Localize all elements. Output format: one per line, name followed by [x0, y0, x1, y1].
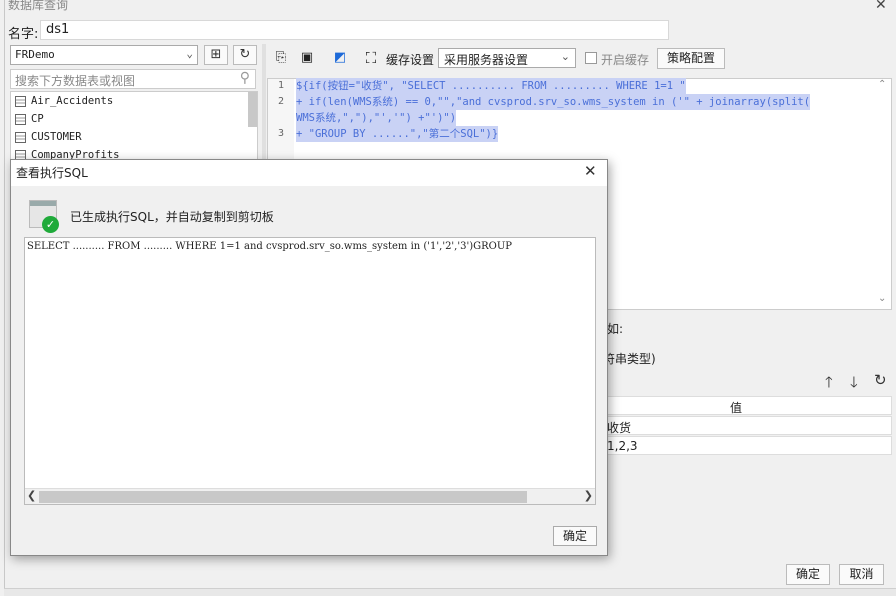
table-name: CUSTOMER: [31, 131, 82, 143]
window-close-icon[interactable]: ✕: [875, 0, 887, 13]
window-title: 数据库查询: [8, 0, 69, 12]
cache-select-value: 采用服务器设置: [444, 53, 529, 67]
cache-settings-label: 缓存设置: [386, 53, 435, 67]
code-line: + if(len(WMS系统) == 0,"","and cvsprod.srv…: [296, 94, 811, 110]
name-label: 名字:: [8, 27, 39, 42]
table-name: CP: [31, 113, 44, 125]
chevron-down-icon: ⌄: [560, 50, 570, 63]
ok-button[interactable]: 确定: [786, 564, 830, 585]
preview-icon[interactable]: ⎘: [271, 48, 291, 68]
list-item[interactable]: CUSTOMER: [11, 128, 257, 146]
dialog-message: 已生成执行SQL，并自动复制到剪切板: [70, 210, 274, 224]
datasource-value: FRDemo: [15, 48, 55, 61]
param-value-cell[interactable]: 1,2,3: [567, 436, 892, 455]
scroll-left-icon[interactable]: ❮: [27, 489, 36, 502]
table-search-input[interactable]: 搜索下方数据表或视图 ⚲: [10, 69, 256, 89]
code-line: ${if(按钮="收货", "SELECT .......... FROM ..…: [296, 78, 686, 94]
search-placeholder: 搜索下方数据表或视图: [15, 74, 136, 88]
refresh-icon: ↻: [239, 47, 251, 62]
sql-output-text: SELECT .......... FROM ......... WHERE 1…: [27, 241, 512, 252]
line-number: 2: [278, 96, 285, 107]
list-item[interactable]: Air_Accidents: [11, 92, 257, 110]
enable-cache-checkbox[interactable]: [585, 52, 597, 64]
cancel-button[interactable]: 取消: [839, 564, 884, 585]
dialog-close-icon[interactable]: ✕: [584, 162, 597, 180]
scroll-right-icon[interactable]: ❯: [584, 489, 593, 502]
table-list: Air_Accidents CP CUSTOMER CompanyProfits: [10, 91, 258, 161]
policy-config-button[interactable]: 策略配置: [657, 48, 725, 69]
scrollbar-thumb[interactable]: [39, 491, 527, 503]
dialog-title: 查看执行SQL: [16, 166, 88, 180]
table-icon: [15, 131, 26, 143]
scroll-down-icon[interactable]: ⌄: [878, 293, 886, 304]
sql-output-box[interactable]: [24, 237, 596, 505]
dialog-ok-button[interactable]: 确定: [553, 526, 597, 546]
param-type-hint: 符串类型): [603, 352, 656, 366]
success-check-icon: ✓: [42, 216, 59, 233]
table-list-scrollbar[interactable]: [248, 92, 257, 127]
list-item[interactable]: CP: [11, 110, 257, 128]
code-line: + "GROUP BY ......","第二个SQL")}: [296, 126, 499, 142]
table-preview-icon: ⊞: [210, 47, 222, 62]
dialog-titlebar: [11, 160, 607, 186]
table-icon: [15, 95, 26, 107]
cache-select[interactable]: 采用服务器设置 ⌄: [438, 48, 576, 68]
search-icon: ⚲: [239, 70, 250, 86]
chevron-down-icon: ⌄: [186, 47, 193, 60]
enable-cache-label: 开启缓存: [601, 53, 650, 67]
line-number: 1: [278, 80, 285, 91]
scroll-up-icon[interactable]: ⌃: [878, 79, 886, 90]
horizontal-scrollbar[interactable]: ❮ ❯: [25, 488, 595, 504]
fullscreen-icon[interactable]: ⛶: [361, 48, 381, 68]
code-line: WMS系统,","),"','") +"')"): [296, 110, 457, 126]
refresh-params-icon[interactable]: ↻: [874, 371, 887, 389]
preview-table-button[interactable]: ⊞: [204, 45, 228, 65]
background-strip: [4, 588, 896, 596]
param-hint: 如:: [607, 322, 624, 336]
line-number: 3: [278, 128, 285, 139]
datasource-select[interactable]: FRDemo ⌄: [10, 45, 198, 65]
export-icon[interactable]: ◩: [330, 48, 350, 68]
table-icon: [15, 113, 26, 125]
value-column-header: 值: [730, 401, 743, 415]
refresh-button[interactable]: ↻: [233, 45, 257, 65]
name-input[interactable]: ds1: [40, 20, 669, 40]
move-up-icon[interactable]: 🡑: [825, 372, 833, 397]
save-icon[interactable]: ▣: [297, 48, 317, 68]
table-name: Air_Accidents: [31, 95, 114, 107]
param-table-header: 值: [567, 396, 892, 415]
param-value-cell[interactable]: 收货: [567, 416, 892, 435]
move-down-icon[interactable]: 🡓: [850, 372, 858, 397]
